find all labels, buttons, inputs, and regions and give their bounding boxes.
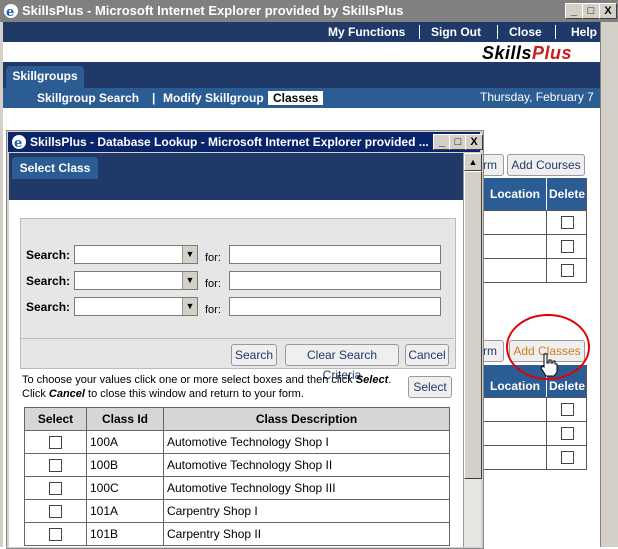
row-select-checkbox[interactable] (49, 482, 62, 496)
search-field-select[interactable]: ▼ (74, 297, 198, 316)
class-results-table: Select Class Id Class Description 100A A… (24, 407, 450, 546)
chevron-down-icon: ▼ (182, 298, 197, 315)
class-id: 101B (86, 522, 164, 546)
close-window-button[interactable]: X (599, 3, 617, 19)
cancel-button[interactable]: Cancel (405, 344, 449, 366)
table-line (586, 178, 587, 282)
hand-cursor-icon (540, 353, 558, 377)
table-row: 100B Automotive Technology Shop II (24, 453, 450, 477)
table-line (484, 258, 587, 259)
col-class-id-header: Class Id (86, 407, 164, 431)
nav-divider (497, 25, 498, 39)
search-label: Search: (26, 300, 71, 314)
subnav-skillgroup-search[interactable]: Skillgroup Search (37, 91, 139, 105)
delete-checkbox[interactable] (561, 451, 574, 464)
delete-checkbox[interactable] (561, 403, 574, 416)
class-description: Carpentry Shop I (163, 499, 450, 523)
outer-window-titlebar: e SkillsPlus - Microsoft Internet Explor… (0, 0, 618, 22)
search-label: Search: (26, 274, 71, 288)
svg-text:e: e (6, 5, 14, 19)
current-date: Thursday, February 7 (480, 90, 594, 104)
nav-help[interactable]: Help (571, 22, 597, 42)
table-line (546, 397, 547, 469)
chevron-down-icon: ▼ (182, 272, 197, 289)
ie-icon: e (12, 135, 26, 150)
class-description: Automotive Technology Shop I (163, 430, 450, 454)
table-line (484, 469, 587, 470)
for-label: for: (205, 278, 221, 290)
row-select-checkbox[interactable] (49, 528, 62, 542)
search-value-input[interactable] (229, 271, 441, 290)
nav-divider (419, 25, 420, 39)
class-id: 100B (86, 453, 164, 477)
class-id: 100A (86, 430, 164, 454)
table-line (484, 421, 587, 422)
popup-scrollbar[interactable]: ▲ (463, 153, 482, 547)
outer-scrollbar[interactable] (600, 22, 618, 547)
table-line (484, 234, 587, 235)
class-description: Carpentry Shop II (163, 522, 450, 546)
instructions-text: To choose your values click one or more … (22, 374, 392, 400)
popup-title: SkillsPlus - Database Lookup - Microsoft… (30, 135, 429, 149)
select-button[interactable]: Select (408, 376, 452, 398)
nav-close[interactable]: Close (509, 22, 542, 42)
tab-bar (3, 62, 600, 88)
subnav-classes[interactable]: Classes (268, 91, 324, 105)
tab-skillgroups[interactable]: Skillgroups (6, 66, 84, 88)
for-label: for: (205, 252, 221, 264)
for-label: for: (205, 304, 221, 316)
subnav-modify-skillgroup[interactable]: Modify Skillgroup (163, 91, 264, 105)
clear-search-criteria-button[interactable]: Clear Search Criteria (285, 344, 399, 382)
search-field-select[interactable]: ▼ (74, 245, 198, 264)
delete-checkbox[interactable] (561, 427, 574, 440)
scroll-up-arrow-icon[interactable]: ▲ (464, 153, 482, 171)
table-line (546, 210, 547, 282)
search-value-input[interactable] (229, 297, 441, 316)
col-class-description-header: Class Description (163, 407, 450, 431)
col-location-header: Location (484, 178, 546, 210)
skillsplus-logo: SkillsPlus (482, 43, 573, 63)
popup-close-button[interactable]: X (465, 134, 483, 150)
table-line (484, 445, 587, 446)
delete-checkbox[interactable] (561, 216, 574, 229)
table-row: 101B Carpentry Shop II (24, 522, 450, 546)
search-button[interactable]: Search (231, 344, 277, 366)
top-nav: My Functions Sign Out Close Help (3, 22, 600, 42)
divider (21, 338, 454, 339)
table-row: 100C Automotive Technology Shop III (24, 476, 450, 500)
delete-checkbox[interactable] (561, 264, 574, 277)
class-id: 101A (86, 499, 164, 523)
class-id: 100C (86, 476, 164, 500)
nav-divider (555, 25, 556, 39)
col-delete-header: Delete (547, 178, 587, 210)
delete-checkbox[interactable] (561, 240, 574, 253)
popup-titlebar: e SkillsPlus - Database Lookup - Microso… (8, 132, 483, 152)
row-select-checkbox[interactable] (49, 459, 62, 473)
table-line (484, 210, 587, 211)
add-courses-button[interactable]: Add Courses (507, 154, 585, 176)
class-description: Automotive Technology Shop II (163, 453, 450, 477)
nav-sign-out[interactable]: Sign Out (431, 22, 481, 42)
class-description: Automotive Technology Shop III (163, 476, 450, 500)
table-line (484, 282, 587, 283)
search-value-input[interactable] (229, 245, 441, 264)
chevron-down-icon: ▼ (182, 246, 197, 263)
tab-select-class[interactable]: Select Class (12, 157, 98, 179)
search-field-select[interactable]: ▼ (74, 271, 198, 290)
minimize-button[interactable]: _ (565, 3, 583, 19)
table-row: 100A Automotive Technology Shop I (24, 430, 450, 454)
nav-my-functions[interactable]: My Functions (328, 22, 405, 42)
col-select-header: Select (24, 407, 87, 431)
maximize-button[interactable]: □ (582, 3, 600, 19)
row-select-checkbox[interactable] (49, 505, 62, 519)
table-row: 101A Carpentry Shop I (24, 499, 450, 523)
ie-icon: e (4, 4, 18, 19)
svg-text:e: e (14, 136, 22, 150)
scroll-thumb[interactable] (464, 171, 482, 479)
subnav-divider: | (152, 91, 156, 105)
row-select-checkbox[interactable] (49, 436, 62, 450)
search-label: Search: (26, 248, 71, 262)
table-line (484, 397, 587, 398)
outer-window-title: SkillsPlus - Microsoft Internet Explorer… (22, 3, 404, 18)
